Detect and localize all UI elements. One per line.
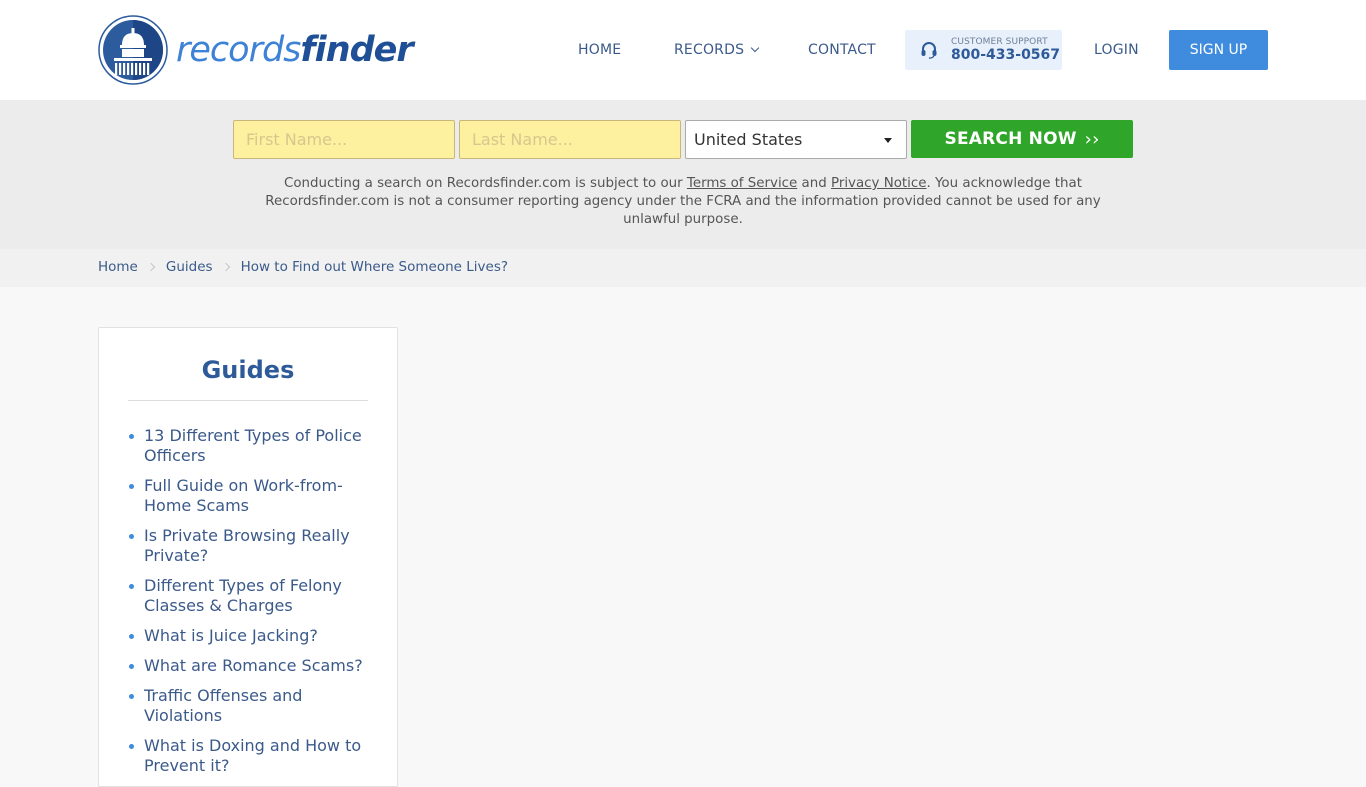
disclaimer-text-2: and xyxy=(797,176,831,191)
breadcrumb: Home Guides How to Find out Where Someon… xyxy=(0,249,1366,287)
nav-home[interactable]: HOME xyxy=(578,42,621,58)
logo-text: recordsfinder xyxy=(176,29,414,70)
signup-button[interactable]: SIGN UP xyxy=(1169,30,1268,70)
breadcrumb-separator-icon xyxy=(221,262,230,272)
guide-link[interactable]: What is Doxing and How to Prevent it? xyxy=(128,736,368,776)
sidebar-title: Guides xyxy=(201,356,295,384)
site-header: recordsfinder HOME RECORDS CONTACT CUSTO… xyxy=(0,0,1366,100)
guide-link[interactable]: Full Guide on Work-from-Home Scams xyxy=(128,476,368,516)
guide-link[interactable]: Different Types of Felony Classes & Char… xyxy=(128,576,368,616)
country-select[interactable]: United States xyxy=(685,120,907,159)
guide-link[interactable]: What are Romance Scams? xyxy=(128,656,368,676)
dropdown-caret-icon xyxy=(884,138,892,143)
logo-text-finder: finder xyxy=(300,29,413,70)
nav-records-label: RECORDS xyxy=(674,42,745,58)
support-phone-number: 800-433-0567 xyxy=(951,47,1061,63)
breadcrumb-home[interactable]: Home xyxy=(98,259,138,275)
double-chevron-right-icon: ›› xyxy=(1084,128,1100,150)
search-now-label: SEARCH NOW xyxy=(944,129,1077,149)
customer-support-phone[interactable]: CUSTOMER SUPPORT 800-433-0567 xyxy=(905,30,1062,70)
last-name-input[interactable] xyxy=(459,120,681,159)
search-disclaimer: Conducting a search on Recordsfinder.com… xyxy=(250,175,1116,229)
capitol-logo-icon xyxy=(98,15,168,85)
search-section: United States SEARCH NOW ›› Conducting a… xyxy=(0,100,1366,249)
breadcrumb-separator-icon xyxy=(146,262,156,272)
guide-link[interactable]: Is Private Browsing Really Private? xyxy=(128,526,368,566)
nav-contact[interactable]: CONTACT xyxy=(808,42,876,58)
first-name-input[interactable] xyxy=(233,120,455,159)
guide-list: 13 Different Types of Police Officers Fu… xyxy=(128,426,368,786)
nav-records[interactable]: RECORDS xyxy=(674,42,760,58)
guide-link[interactable]: 13 Different Types of Police Officers xyxy=(128,426,368,466)
login-link[interactable]: LOGIN xyxy=(1094,42,1139,58)
sidebar-divider xyxy=(128,400,368,401)
chevron-down-icon xyxy=(750,43,760,53)
terms-of-service-link[interactable]: Terms of Service xyxy=(687,176,797,191)
guide-link[interactable]: Traffic Offenses and Violations xyxy=(128,686,368,726)
support-label: CUSTOMER SUPPORT xyxy=(951,37,1048,47)
logo-link[interactable]: recordsfinder xyxy=(98,15,414,85)
guide-link[interactable]: What is Juice Jacking? xyxy=(128,626,368,646)
breadcrumb-guides[interactable]: Guides xyxy=(166,259,213,275)
country-select-value: United States xyxy=(694,130,803,149)
breadcrumb-current[interactable]: How to Find out Where Someone Lives? xyxy=(241,259,508,275)
logo-text-records: records xyxy=(176,29,301,70)
disclaimer-text-1: Conducting a search on Recordsfinder.com… xyxy=(284,176,687,191)
guides-sidebar: Guides 13 Different Types of Police Offi… xyxy=(98,327,398,787)
privacy-notice-link[interactable]: Privacy Notice xyxy=(831,176,927,191)
search-now-button[interactable]: SEARCH NOW ›› xyxy=(911,120,1133,158)
headset-icon xyxy=(921,42,937,59)
